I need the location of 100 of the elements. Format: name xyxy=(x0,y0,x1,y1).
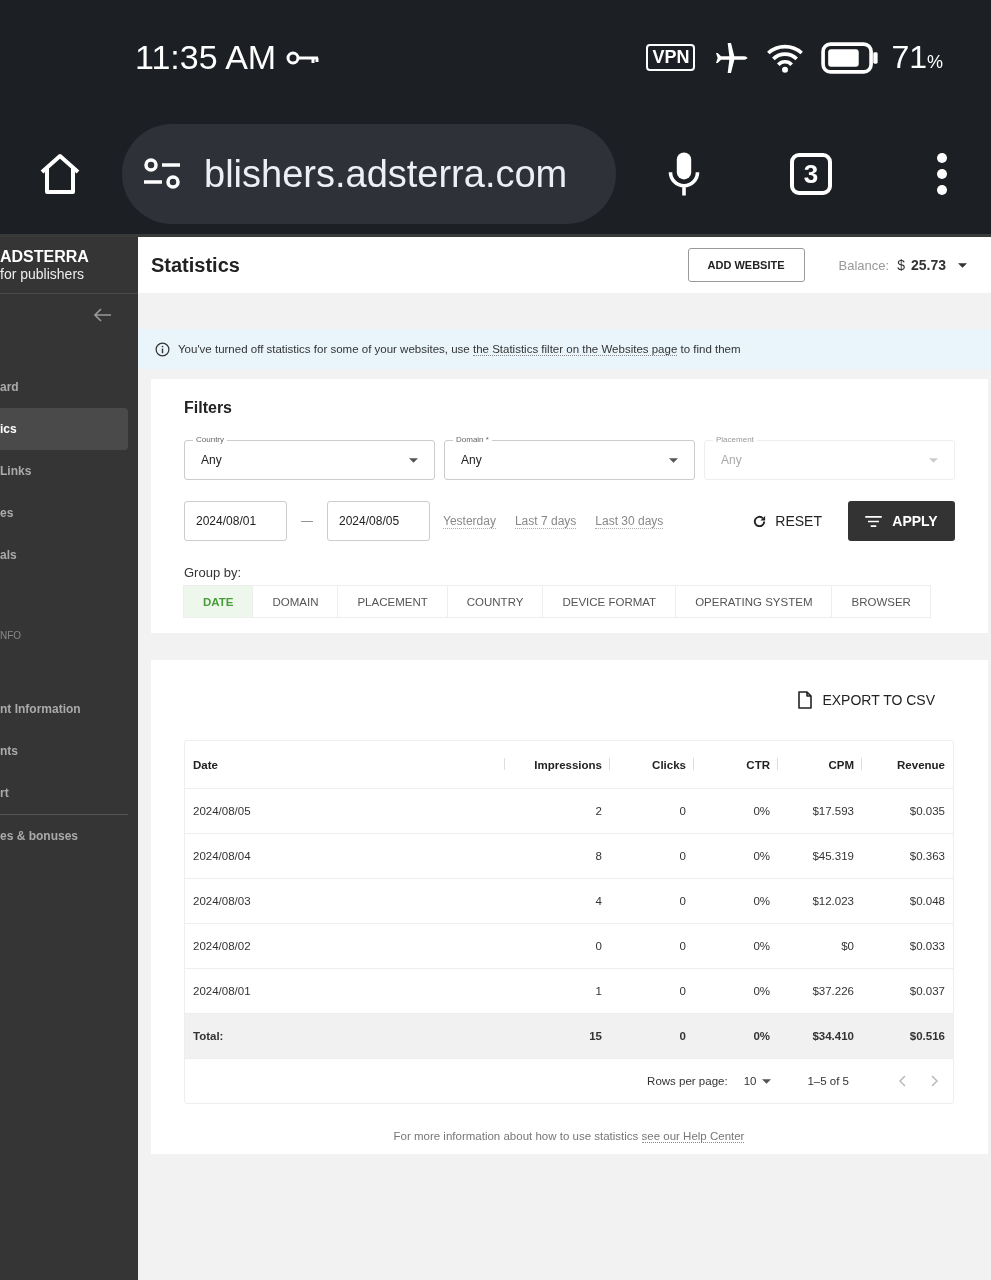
vpn-badge: VPN xyxy=(646,44,696,71)
caret-icon[interactable] xyxy=(958,262,967,268)
sidebar-section-title: NFO xyxy=(0,630,23,643)
table-cell: $0.033 xyxy=(909,940,945,952)
export-csv-button[interactable]: EXPORT TO CSV xyxy=(792,690,941,710)
websites-page-link[interactable]: the Statistics filter on the Websites page xyxy=(472,343,678,356)
table-cell: 2024/08/03 xyxy=(193,895,251,907)
group-by-tab[interactable]: DOMAIN xyxy=(252,585,339,618)
table-cell: 2024/08/04 xyxy=(193,850,251,862)
total-cell: 0 xyxy=(679,1030,686,1042)
table-cell: 0 xyxy=(679,895,686,907)
table-cell: 8 xyxy=(595,850,602,862)
table-cell: 4 xyxy=(595,895,602,907)
more-options-icon[interactable] xyxy=(936,152,948,196)
group-by-label: Group by: xyxy=(184,565,243,580)
table-cell: 0% xyxy=(753,940,770,952)
sidebar-item[interactable]: rt xyxy=(0,772,128,814)
total-cell: Total: xyxy=(193,1030,224,1042)
page-title: Statistics xyxy=(151,253,240,277)
caret-icon xyxy=(929,457,938,463)
column-header[interactable]: Clicks xyxy=(652,758,686,771)
sidebar-item[interactable]: nts xyxy=(0,730,128,772)
page-range: 1–5 of 5 xyxy=(807,1075,849,1087)
table-cell: 0 xyxy=(595,940,602,952)
table-cell: $17.593 xyxy=(812,805,854,817)
end-date-field[interactable]: 2024/08/05 xyxy=(327,501,430,541)
sidebar-item[interactable]: ics xyxy=(0,408,128,450)
group-by-tab[interactable]: BROWSER xyxy=(831,585,931,618)
apply-button[interactable]: APPLY xyxy=(848,501,955,541)
table-cell: 2024/08/05 xyxy=(193,805,251,817)
table-cell: $12.023 xyxy=(812,895,854,907)
sidebar-item[interactable]: ard xyxy=(0,366,128,408)
table-cell: $0 xyxy=(841,940,854,952)
start-date-field[interactable]: 2024/08/01 xyxy=(184,501,287,541)
table-cell: 0% xyxy=(753,850,770,862)
table-cell: 1 xyxy=(595,985,602,997)
brand-name: ADSTERRA xyxy=(0,248,90,266)
address-bar[interactable]: blishers.adsterra.com xyxy=(122,124,616,224)
rows-per-page-select[interactable]: 10 xyxy=(737,1074,778,1088)
date-preset-link[interactable]: Last 30 days xyxy=(595,513,664,529)
group-by-tab[interactable]: DEVICE FORMAT xyxy=(542,585,677,618)
table-cell: 0 xyxy=(679,985,686,997)
help-center-link[interactable]: see our Help Center xyxy=(641,1130,745,1143)
column-header[interactable]: CPM xyxy=(828,758,854,771)
table-cell: 2024/08/01 xyxy=(193,985,251,997)
total-cell: 0% xyxy=(753,1030,770,1042)
table-cell: 2 xyxy=(595,805,602,817)
sidebar-item[interactable]: es xyxy=(0,492,128,534)
table-cell: $0.363 xyxy=(909,850,945,862)
group-by-tab[interactable]: PLACEMENT xyxy=(337,585,448,618)
table-cell: $0.048 xyxy=(909,895,945,907)
sidebar-item[interactable]: es & bonuses xyxy=(0,815,128,857)
sidebar-item[interactable]: als xyxy=(0,534,128,576)
tab-count[interactable]: 3 xyxy=(790,153,832,195)
refresh-icon xyxy=(752,513,768,529)
help-text: For more information about how to use statistics see our Help Center xyxy=(392,1130,746,1142)
table-cell: 0 xyxy=(679,940,686,952)
clock-time: 11:35 AM xyxy=(135,38,277,77)
reset-button[interactable]: RESET xyxy=(752,513,822,529)
filters-title: Filters xyxy=(184,399,233,417)
table-cell: 0% xyxy=(753,895,770,907)
total-cell: $34.410 xyxy=(812,1030,854,1042)
column-header[interactable]: CTR xyxy=(746,758,770,771)
column-header[interactable]: Date xyxy=(193,758,218,771)
table-cell: 0 xyxy=(679,850,686,862)
group-by-tab[interactable]: COUNTRY xyxy=(446,585,544,618)
info-message: You've turned off statistics for some of your websites, use the Statistics filter on the Websites page to find them xyxy=(178,343,741,355)
battery-percentage: 71% xyxy=(891,39,943,76)
key-icon xyxy=(286,49,321,66)
date-preset-link[interactable]: Last 7 days xyxy=(514,513,577,529)
column-header[interactable]: Revenue xyxy=(897,758,945,771)
caret-icon xyxy=(762,1078,772,1084)
total-cell: $0.516 xyxy=(909,1030,945,1042)
date-range-dash: — xyxy=(301,514,313,528)
brand-tagline: for publishers xyxy=(0,266,86,282)
sidebar-item[interactable]: Links xyxy=(0,450,128,492)
table-cell: $0.037 xyxy=(909,985,945,997)
date-preset-link[interactable]: Yesterday xyxy=(443,513,496,529)
left-arrow-icon[interactable] xyxy=(94,308,112,322)
group-by-tab[interactable]: OPERATING SYSTEM xyxy=(675,585,833,618)
info-icon xyxy=(155,341,170,357)
url-text: blishers.adsterra.com xyxy=(204,152,568,196)
site-settings-icon[interactable] xyxy=(142,156,182,192)
add-website-button[interactable]: ADD WEBSITE xyxy=(687,248,805,282)
table-cell: $37.226 xyxy=(812,985,854,997)
filter-icon xyxy=(865,515,883,527)
microphone-icon[interactable] xyxy=(666,149,702,199)
table-cell: $45.319 xyxy=(812,850,854,862)
balance-amount: 25.73 xyxy=(910,257,946,273)
file-icon xyxy=(798,691,813,709)
caret-icon xyxy=(669,457,678,463)
column-header[interactable]: Impressions xyxy=(534,758,602,771)
table-cell: $0.035 xyxy=(909,805,945,817)
caret-icon xyxy=(409,457,418,463)
total-cell: 15 xyxy=(589,1030,602,1042)
rows-per-page-label: Rows per page: xyxy=(647,1075,728,1087)
currency-symbol: $ xyxy=(897,257,905,273)
table-cell: 0% xyxy=(753,985,770,997)
sidebar-item[interactable]: nt Information xyxy=(0,688,128,730)
table-cell: 0 xyxy=(679,805,686,817)
